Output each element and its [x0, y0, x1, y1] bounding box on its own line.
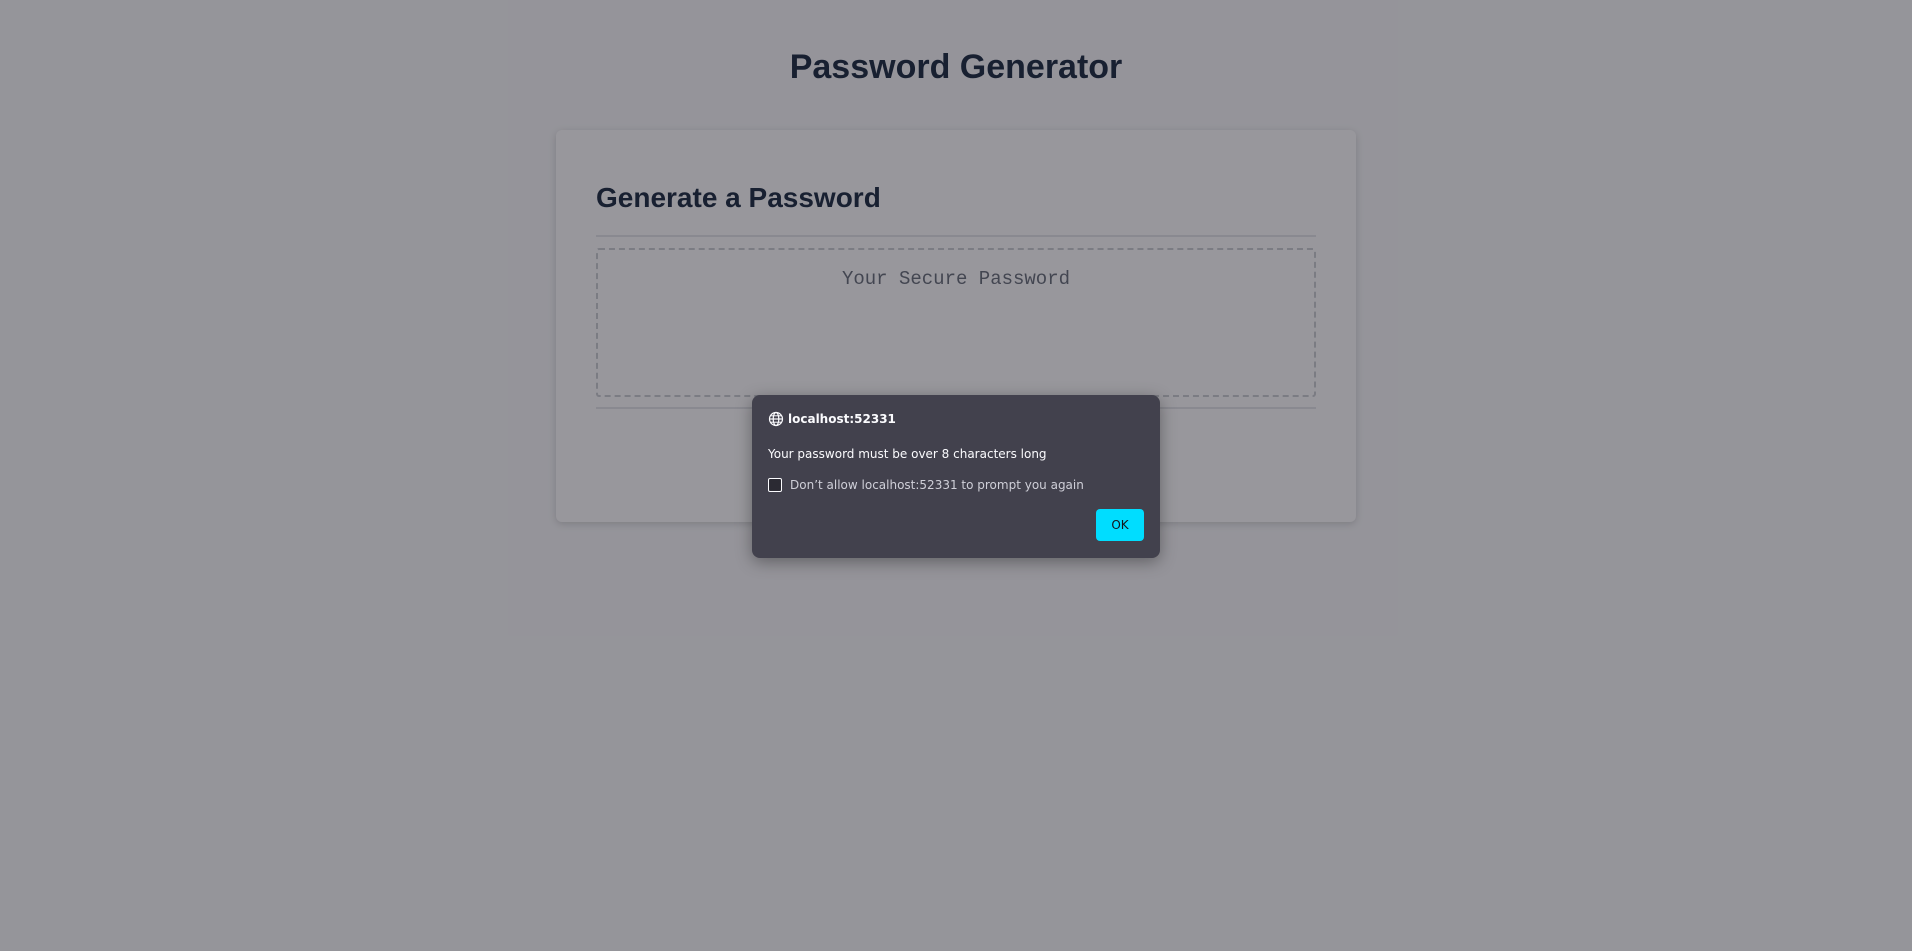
globe-icon — [768, 411, 784, 427]
dont-allow-row[interactable]: Don’t allow localhost:52331 to prompt yo… — [768, 478, 1084, 492]
dont-allow-checkbox[interactable] — [768, 478, 782, 492]
dialog-origin: localhost:52331 — [788, 412, 896, 426]
dialog-header: localhost:52331 — [768, 411, 896, 427]
dialog-message: Your password must be over 8 characters … — [768, 447, 1047, 461]
dont-allow-label[interactable]: Don’t allow localhost:52331 to prompt yo… — [790, 478, 1084, 492]
alert-dialog: localhost:52331 Your password must be ov… — [752, 395, 1160, 558]
ok-button[interactable]: OK — [1096, 509, 1144, 541]
